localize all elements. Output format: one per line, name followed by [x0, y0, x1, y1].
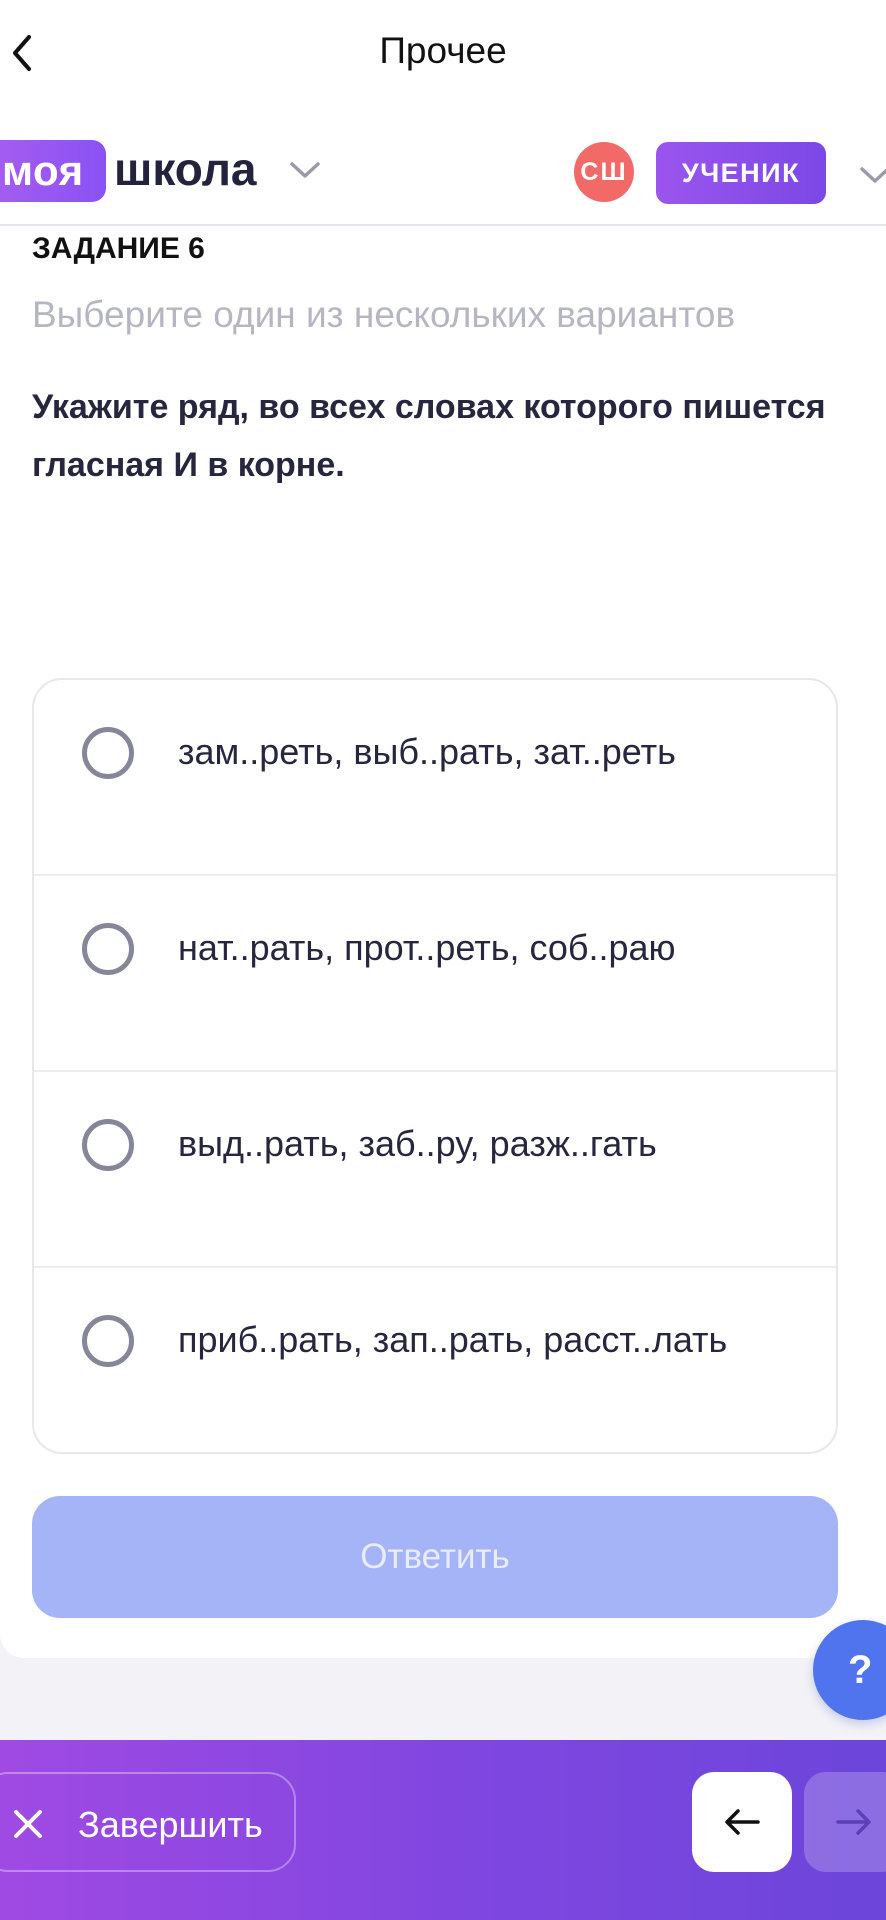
question-text: Укажите ряд, во всех словах которого пиш…: [32, 388, 826, 484]
radio-button[interactable]: [82, 1315, 134, 1367]
next-button[interactable]: [804, 1772, 886, 1872]
arrow-left-icon: [725, 1809, 760, 1835]
option-label: приб..рать, зап..рать, расст..лать: [178, 1319, 728, 1360]
task-number: ЗАДАНИЕ 6: [32, 232, 205, 265]
answer-option[interactable]: приб..рать, зап..рать, расст..лать: [34, 1268, 836, 1452]
answer-option[interactable]: зам..реть, выб..рать, зат..реть: [34, 680, 836, 876]
logo-pill: моя: [0, 140, 106, 202]
chevron-down-icon: [860, 167, 886, 183]
brand-menu-button[interactable]: [288, 160, 322, 185]
logo-text: школа: [114, 143, 257, 195]
avatar[interactable]: СШ: [574, 142, 634, 202]
close-icon: [14, 1810, 42, 1838]
bottom-bar: Завершить: [0, 1740, 886, 1920]
option-label: выд..рать, заб..ру, разж..гать: [178, 1123, 657, 1164]
answer-button[interactable]: Ответить: [32, 1496, 838, 1618]
answer-option[interactable]: нат..рать, прот..реть, соб..раю: [34, 876, 836, 1072]
option-label: нат..рать, прот..реть, соб..раю: [178, 927, 676, 968]
top-bar: Прочее: [0, 0, 886, 110]
radio-button[interactable]: [82, 727, 134, 779]
finish-label: Завершить: [78, 1804, 263, 1845]
role-button[interactable]: УЧЕНИК: [656, 142, 826, 204]
option-label: зам..реть, выб..рать, зат..реть: [178, 731, 676, 772]
answer-option[interactable]: выд..рать, заб..ру, разж..гать: [34, 1072, 836, 1268]
answer-options: зам..реть, выб..рать, зат..реть нат..рат…: [32, 678, 838, 1454]
finish-button[interactable]: Завершить: [0, 1772, 296, 1872]
arrow-right-icon: [836, 1809, 871, 1835]
role-menu-button[interactable]: [858, 165, 886, 190]
radio-button[interactable]: [82, 1119, 134, 1171]
task-hint: Выберите один из нескольких вариантов: [32, 294, 736, 335]
page-title: Прочее: [379, 30, 507, 71]
previous-button[interactable]: [692, 1772, 792, 1872]
radio-button[interactable]: [82, 923, 134, 975]
chevron-down-icon: [290, 162, 320, 178]
brand-bar: моя школа СШ УЧЕНИК: [0, 110, 886, 226]
